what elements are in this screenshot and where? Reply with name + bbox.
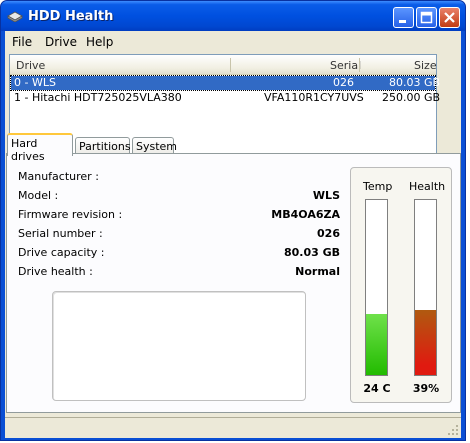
column-size[interactable]: Size: [414, 59, 437, 72]
table-row[interactable]: 0 - WLS 026 80.03 GB: [10, 75, 440, 91]
hard-drives-panel: Manufacturer : Model : WLS Firmware revi…: [6, 153, 461, 413]
column-drive[interactable]: Drive: [16, 59, 45, 72]
hdd-icon: [7, 11, 23, 22]
health-gauge: [414, 199, 437, 376]
column-serial[interactable]: Serial: [330, 59, 361, 72]
resize-grip-icon[interactable]: [447, 424, 459, 436]
serial-cell: 026: [333, 76, 354, 89]
menu-file[interactable]: File: [12, 35, 32, 49]
drive-cell: 0 - WLS: [14, 76, 56, 89]
size-cell: 80.03 GB: [389, 76, 441, 89]
serial-label: Serial number :: [18, 227, 103, 240]
info-box: [52, 291, 306, 401]
tab-hard-drives[interactable]: Hard drives: [7, 133, 73, 163]
health-percent: 39%: [412, 382, 440, 395]
serial-value: 026: [317, 227, 340, 240]
temp-value: 24 C: [363, 382, 391, 395]
firmware-label: Firmware revision :: [18, 208, 123, 221]
serial-cell: VFA110R1CY7UVS: [264, 91, 364, 104]
status-bar: [5, 417, 461, 438]
health-gauge-fill: [415, 310, 436, 375]
capacity-value: 80.03 GB: [283, 246, 340, 259]
menu-help[interactable]: Help: [86, 35, 113, 49]
maximize-icon: [420, 11, 433, 24]
model-value: WLS: [312, 189, 340, 202]
capacity-label: Drive capacity :: [18, 246, 105, 259]
column-divider[interactable]: [230, 58, 231, 72]
close-button[interactable]: [439, 7, 460, 28]
size-cell: 250.00 GB: [382, 91, 441, 104]
window-title: HDD Health: [28, 9, 114, 24]
minimize-button[interactable]: [393, 7, 414, 28]
table-row[interactable]: 1 - Hitachi HDT725025VLA380 VFA110R1CY7U…: [11, 91, 440, 105]
list-header: Drive Serial Size: [10, 55, 437, 75]
drive-cell: 1 - Hitachi HDT725025VLA380: [14, 91, 182, 104]
health-label: Drive health :: [18, 265, 93, 278]
model-label: Model :: [18, 189, 59, 202]
manufacturer-label: Manufacturer :: [18, 170, 99, 183]
temp-gauge-label: Temp: [363, 180, 393, 193]
app-window: HDD Health File Drive Help Drive Serial …: [0, 0, 466, 441]
minimize-icon: [399, 20, 406, 23]
menu-drive[interactable]: Drive: [45, 35, 77, 49]
client-area: File Drive Help Drive Serial Size 0 - WL…: [5, 31, 461, 438]
menu-bar: File Drive Help: [5, 31, 461, 53]
column-divider[interactable]: [359, 58, 360, 72]
maximize-button[interactable]: [416, 7, 437, 28]
temp-gauge-fill: [366, 313, 387, 375]
health-gauge-label: Health: [409, 180, 446, 193]
temp-gauge: [365, 199, 388, 376]
health-value: Normal: [295, 265, 340, 278]
title-bar[interactable]: HDD Health: [1, 1, 465, 31]
tab-strip: Hard drives Partitions System: [5, 133, 461, 163]
gauge-group: Temp Health 24 C 39%: [350, 167, 452, 403]
firmware-value: MB4OA6ZA: [271, 208, 340, 221]
close-icon: [444, 12, 455, 23]
